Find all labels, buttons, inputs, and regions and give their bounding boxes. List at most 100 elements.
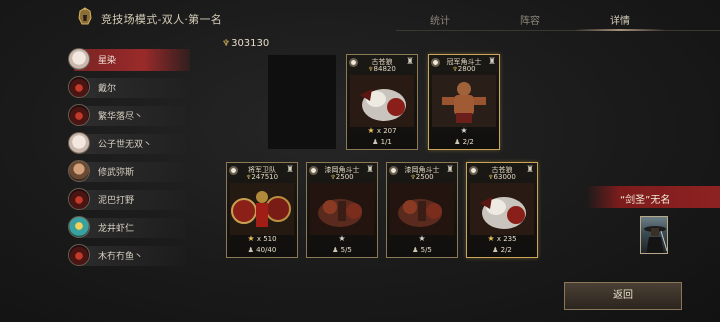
player-item[interactable]: 木冇冇鱼丶 bbox=[60, 244, 190, 268]
avatar bbox=[68, 216, 90, 238]
unit-star-row: ★ bbox=[429, 126, 499, 135]
unit-power: ♆2800 bbox=[429, 65, 499, 73]
player-item[interactable]: 泥巴打野 bbox=[60, 188, 190, 212]
troops-icon: ♟ bbox=[492, 246, 499, 254]
unit-portrait bbox=[350, 75, 414, 127]
troops-icon: ♟ bbox=[247, 246, 254, 254]
unit-power-value: 2800 bbox=[457, 65, 476, 73]
unit-count: 40/40 bbox=[256, 246, 277, 254]
unit-star-row: ★ bbox=[387, 234, 457, 243]
player-item-bg bbox=[76, 78, 186, 98]
unit-card[interactable]: ♜ 漆岡角斗士 ♆2500 ★ ♟ 5/5 bbox=[306, 162, 378, 258]
troops-icon: ♟ bbox=[454, 138, 461, 146]
back-button[interactable]: 返回 bbox=[564, 282, 682, 310]
tab-lineup[interactable]: 阵容 bbox=[520, 12, 540, 27]
troops-icon: ♟ bbox=[372, 138, 379, 146]
unit-star-count: x 510 bbox=[256, 235, 277, 243]
unit-portrait bbox=[310, 183, 374, 235]
unit-card[interactable]: ♜ 将军卫队 ♆247510 ★ x 510 ♟ 40/40 bbox=[226, 162, 298, 258]
unit-count-row: ♟ 5/5 bbox=[307, 246, 377, 254]
unit-star-row: ★ x 207 bbox=[347, 126, 417, 135]
total-power: ♆303130 bbox=[222, 38, 269, 49]
unit-portrait bbox=[230, 183, 294, 235]
app-root: 竞技场模式-双人·第一名 统计 阵容 详情 星染 戴尔 繁华落尽丶 公子世无双丶 bbox=[0, 0, 720, 322]
player-item[interactable]: 繁华落尽丶 bbox=[60, 104, 190, 128]
unit-count-row: ♟ 5/5 bbox=[387, 246, 457, 254]
avatar bbox=[68, 160, 90, 182]
player-item[interactable]: 公子世无双丶 bbox=[60, 132, 190, 156]
unit-card[interactable]: ♜ 古苍狼 ♆63000 ★ x 235 ♟ 2/2 bbox=[466, 162, 538, 258]
player-name: 龙井虾仁 bbox=[98, 224, 135, 234]
mode-title: 竞技场模式-双人·第一名 bbox=[101, 13, 223, 26]
unit-count-row: ♟ 2/2 bbox=[467, 246, 537, 254]
player-item[interactable]: 龙井虾仁 bbox=[60, 216, 190, 240]
unit-count: 2/2 bbox=[500, 246, 512, 254]
unit-star-row: ★ x 235 bbox=[467, 234, 537, 243]
opponent-avatar[interactable] bbox=[640, 216, 668, 254]
unit-card[interactable]: ♜ 漆岡角斗士 ♆2500 ★ ♟ 5/5 bbox=[386, 162, 458, 258]
swordsman-portrait-icon bbox=[644, 226, 667, 253]
header: 竞技场模式-双人·第一名 统计 阵容 详情 bbox=[0, 0, 720, 34]
player-item[interactable]: 戴尔 bbox=[60, 76, 190, 100]
unit-star-row: ★ x 510 bbox=[227, 234, 297, 243]
player-name: 星染 bbox=[98, 56, 117, 66]
unit-power: ♆247510 bbox=[227, 173, 297, 181]
avatar bbox=[68, 188, 90, 210]
player-item-bg bbox=[74, 49, 190, 71]
tab-details[interactable]: 详情 bbox=[610, 12, 630, 27]
troops-icon: ♟ bbox=[412, 246, 419, 254]
opponent-name: “剑圣”无名 bbox=[620, 195, 671, 206]
player-item[interactable]: 星染 bbox=[60, 48, 190, 72]
star-icon: ★ bbox=[338, 234, 346, 243]
tab-stats[interactable]: 统计 bbox=[430, 12, 450, 27]
player-item[interactable]: 修武弥斯 bbox=[60, 160, 190, 184]
unit-count-row: ♟ 1/1 bbox=[347, 138, 417, 146]
unit-power-value: 63000 bbox=[493, 173, 516, 181]
unit-card[interactable]: ♜ 冠军角斗士 ♆2800 ★ ♟ 2/2 bbox=[428, 54, 500, 150]
unit-count-row: ♟ 40/40 bbox=[227, 246, 297, 254]
star-icon: ★ bbox=[418, 234, 426, 243]
unit-power-value: 2500 bbox=[415, 173, 434, 181]
unit-power-value: 247510 bbox=[251, 173, 279, 181]
unit-count-row: ♟ 2/2 bbox=[429, 138, 499, 146]
unit-card[interactable]: ♜ 古苍狼 ♆84820 ★ x 207 ♟ 1/1 bbox=[346, 54, 418, 150]
unit-portrait bbox=[390, 183, 454, 235]
avatar bbox=[68, 244, 90, 266]
star-icon: ★ bbox=[460, 126, 468, 135]
unit-power: ♆63000 bbox=[467, 173, 537, 181]
unit-count: 5/5 bbox=[340, 246, 352, 254]
unit-power: ♆2500 bbox=[387, 173, 457, 181]
unit-power-value: 84820 bbox=[373, 65, 396, 73]
unit-count: 5/5 bbox=[420, 246, 432, 254]
unit-star-count: x 235 bbox=[496, 235, 517, 243]
star-icon: ★ bbox=[487, 234, 495, 243]
player-name: 戴尔 bbox=[98, 84, 117, 94]
player-name: 木冇冇鱼丶 bbox=[98, 252, 144, 262]
avatar bbox=[68, 104, 90, 126]
avatar bbox=[68, 48, 90, 70]
tab-active-indicator bbox=[574, 29, 666, 31]
troops-icon: ♟ bbox=[332, 246, 339, 254]
unit-count: 2/2 bbox=[462, 138, 474, 146]
arena-helmet-icon bbox=[78, 7, 92, 25]
player-name: 泥巴打野 bbox=[98, 196, 135, 206]
star-icon: ★ bbox=[367, 126, 375, 135]
player-name: 修武弥斯 bbox=[98, 168, 135, 178]
unit-power: ♆2500 bbox=[307, 173, 377, 181]
unit-portrait bbox=[432, 75, 496, 127]
avatar bbox=[68, 132, 90, 154]
unit-count: 1/1 bbox=[380, 138, 392, 146]
tab-divider bbox=[396, 30, 720, 31]
power-icon: ♆ bbox=[222, 39, 231, 49]
empty-unit-slot bbox=[268, 55, 336, 149]
player-name: 公子世无双丶 bbox=[98, 140, 153, 150]
unit-star-count: x 207 bbox=[376, 127, 397, 135]
unit-portrait bbox=[470, 183, 534, 235]
unit-power: ♆84820 bbox=[347, 65, 417, 73]
player-name: 繁华落尽丶 bbox=[98, 112, 144, 122]
unit-star-row: ★ bbox=[307, 234, 377, 243]
star-icon: ★ bbox=[247, 234, 255, 243]
total-power-value: 303130 bbox=[231, 38, 270, 49]
unit-power-value: 2500 bbox=[335, 173, 354, 181]
avatar bbox=[68, 76, 90, 98]
